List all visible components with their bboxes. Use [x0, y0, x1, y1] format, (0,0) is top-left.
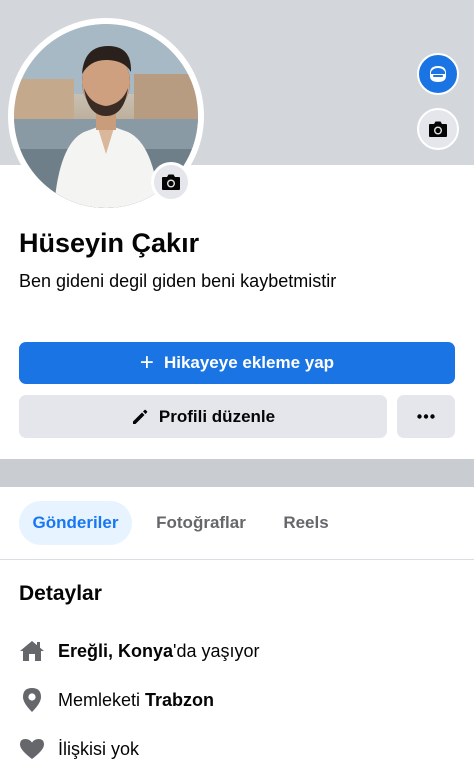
- section-divider: [0, 459, 474, 487]
- detail-relationship-text: İlişkisi yok: [58, 738, 140, 759]
- detail-lives-in-text: Ereğli, Konya'da yaşıyor: [58, 641, 260, 662]
- detail-hometown-text: Memleketi Trabzon: [58, 690, 214, 711]
- detail-hometown[interactable]: Memleketi Trabzon: [19, 685, 459, 715]
- details-title: Detaylar: [19, 582, 102, 605]
- camera-icon: [162, 174, 180, 190]
- avatar-creator-button[interactable]: [417, 53, 459, 95]
- profile-tabs: Gönderiler Fotoğraflar Reels: [0, 501, 474, 547]
- edit-profile-button[interactable]: Profili düzenle: [19, 395, 387, 438]
- detail-relationship[interactable]: İlişkisi yok: [19, 734, 459, 764]
- location-pin-icon: [19, 687, 45, 713]
- edit-profile-label: Profili düzenle: [158, 406, 276, 426]
- more-options-button[interactable]: [397, 395, 455, 438]
- lives-in-suffix: 'da yaşıyor: [173, 640, 260, 661]
- cover-camera-button[interactable]: [417, 108, 459, 150]
- avatar-camera-button[interactable]: [151, 162, 191, 202]
- profile-name: Hüseyin Çakır: [19, 228, 200, 258]
- avatar-face-icon: [430, 66, 446, 82]
- hometown-place: Trabzon: [145, 689, 215, 710]
- tab-photos[interactable]: Fotoğraflar: [146, 501, 256, 545]
- pencil-icon: [132, 409, 148, 424]
- profile-bio: Ben gideni degil giden beni kaybetmistir: [19, 271, 337, 291]
- heart-icon: [19, 736, 45, 762]
- tabs-divider: [0, 559, 474, 560]
- hometown-prefix: Memleketi: [58, 689, 146, 710]
- tab-posts[interactable]: Gönderiler: [19, 501, 132, 545]
- plus-icon: +: [139, 349, 154, 376]
- lives-in-place: Ereğli, Konya: [58, 640, 174, 661]
- tab-reels[interactable]: Reels: [270, 501, 342, 545]
- camera-icon: [429, 121, 447, 137]
- more-dots-icon: [417, 414, 435, 419]
- add-story-button[interactable]: + Hikayeye ekleme yap: [19, 342, 455, 384]
- add-story-label: Hikayeye ekleme yap: [163, 353, 335, 372]
- detail-lives-in[interactable]: Ereğli, Konya'da yaşıyor: [19, 636, 459, 666]
- home-icon: [19, 638, 45, 664]
